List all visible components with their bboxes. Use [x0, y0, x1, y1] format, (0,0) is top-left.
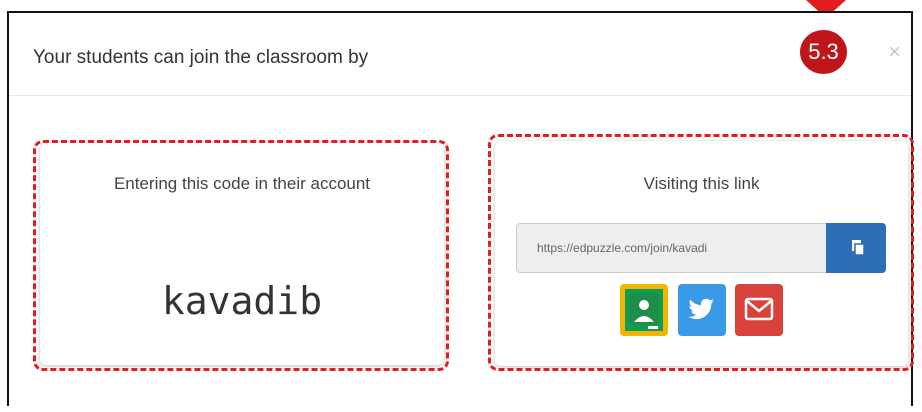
link-highlight-box [488, 134, 914, 371]
modal-title: Your students can join the classroom by [33, 47, 369, 68]
close-icon[interactable]: × [888, 41, 901, 63]
code-highlight-box [33, 140, 449, 371]
step-badge: 5.3 [800, 30, 847, 74]
modal-header: Your students can join the classroom by … [9, 13, 911, 96]
